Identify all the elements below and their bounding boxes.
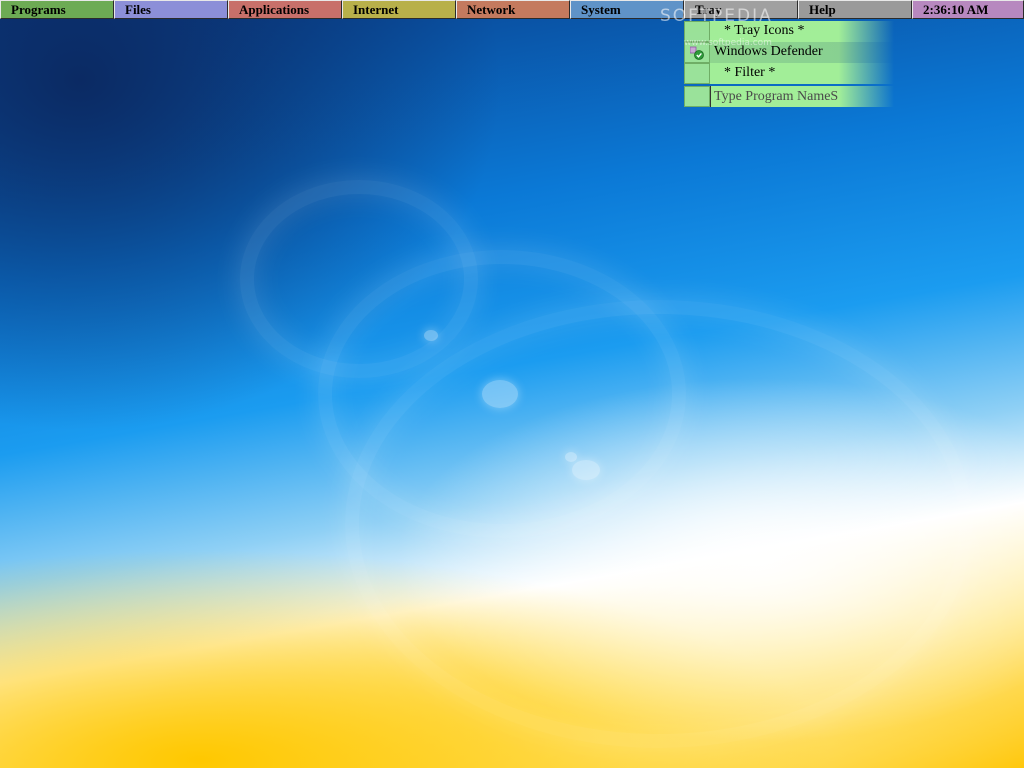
tray-icons-header-label: * Tray Icons * xyxy=(710,21,894,42)
menu-system[interactable]: System xyxy=(570,0,684,19)
menu-icon-cell xyxy=(684,63,710,84)
shield-check-icon xyxy=(690,46,704,60)
wallpaper-light xyxy=(424,330,438,341)
menu-network[interactable]: Network xyxy=(456,0,570,19)
wallpaper-light xyxy=(482,380,518,408)
menu-applications[interactable]: Applications xyxy=(228,0,342,19)
filter-header: * Filter * xyxy=(684,63,894,84)
menu-tray[interactable]: Tray xyxy=(684,0,798,19)
top-taskbar: Programs Files Applications Internet Net… xyxy=(0,0,1024,19)
menu-icon-cell xyxy=(684,21,710,42)
menu-icon-cell xyxy=(684,86,710,107)
wallpaper-ring xyxy=(345,300,973,748)
wallpaper-light xyxy=(572,460,600,480)
tray-icons-header: * Tray Icons * xyxy=(684,21,894,42)
menu-internet[interactable]: Internet xyxy=(342,0,456,19)
tray-item-windows-defender[interactable]: Windows Defender xyxy=(684,42,894,63)
tray-dropdown-menu: * Tray Icons * Windows Defender * Filter… xyxy=(684,21,894,107)
menu-help[interactable]: Help xyxy=(798,0,912,19)
filter-input[interactable] xyxy=(710,86,894,107)
filter-header-label: * Filter * xyxy=(710,63,894,84)
menu-programs[interactable]: Programs xyxy=(0,0,114,19)
wallpaper-light xyxy=(565,452,577,462)
tray-item-label: Windows Defender xyxy=(710,42,894,63)
filter-row xyxy=(684,86,894,107)
menu-icon-cell xyxy=(684,42,710,63)
clock: 2:36:10 AM xyxy=(912,0,1024,19)
menu-files[interactable]: Files xyxy=(114,0,228,19)
